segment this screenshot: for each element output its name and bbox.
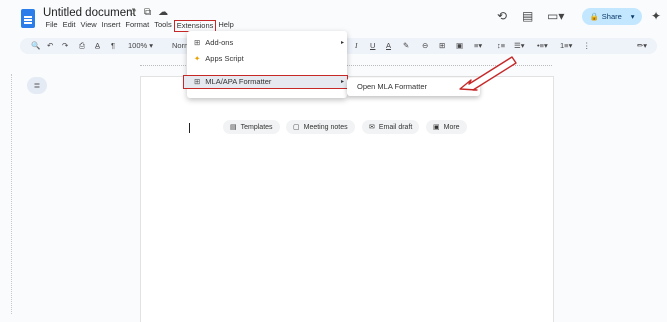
add-comment-icon[interactable]: ⊞ <box>439 40 445 52</box>
chip-label: Email draft <box>378 123 413 131</box>
submenu-item-open-mla-formatter[interactable]: Open MLA Formatter <box>357 82 427 91</box>
menu-tools[interactable]: Tools <box>152 20 175 32</box>
highlight-icon[interactable]: ✎ <box>403 40 409 52</box>
chip-label: Templates <box>240 123 273 131</box>
menu-item-label: MLA/APA Formatter <box>205 77 272 86</box>
formatter-icon: ⊞ <box>194 77 201 86</box>
more-icon: ▣ <box>433 124 440 131</box>
search-menus-icon[interactable]: 🔍 <box>31 40 40 52</box>
menu-format[interactable]: Format <box>123 20 152 32</box>
link-icon[interactable]: ⊖ <box>422 40 428 52</box>
chip-templates[interactable]: ▤ Templates <box>223 120 280 134</box>
menu-item-add-ons[interactable]: ⊞ Add-ons ▸ <box>194 38 344 47</box>
chip-label: Meeting notes <box>303 123 348 131</box>
numbered-list-icon[interactable]: 1≡▾ <box>560 40 572 52</box>
video-call-icon[interactable]: ▭▾ <box>547 9 564 23</box>
zoom-select[interactable]: 100% ▾ <box>128 40 153 52</box>
redo-icon[interactable]: ↷ <box>62 40 68 52</box>
title-icons: ☆ ⧉ ☁ <box>128 7 168 18</box>
submenu-arrow-icon: ▸ <box>340 40 344 46</box>
text-color-button[interactable]: A <box>386 40 391 52</box>
share-dropdown-icon[interactable]: ▾ <box>631 12 635 21</box>
apps-script-icon: ✦ <box>194 54 201 63</box>
underline-button[interactable]: U <box>370 40 375 52</box>
undo-icon[interactable]: ↶ <box>47 40 53 52</box>
template-icon: ▤ <box>230 124 237 131</box>
meeting-notes-icon: ▢ <box>293 124 300 131</box>
annotation-arrow-icon <box>459 56 517 91</box>
menu-item-apps-script[interactable]: ✦ Apps Script <box>194 54 244 63</box>
move-folder-icon[interactable]: ⧉ <box>144 7 151 18</box>
menu-file[interactable]: File <box>43 20 60 32</box>
chip-email-draft[interactable]: ✉ Email draft <box>362 120 420 134</box>
menu-item-mla-apa-formatter[interactable]: ⊞ MLA/APA Formatter ▸ <box>194 77 344 86</box>
share-label: Share <box>601 12 622 21</box>
align-icon[interactable]: ≡▾ <box>474 40 482 52</box>
chip-more[interactable]: ▣ More <box>426 120 467 134</box>
docs-logo-icon[interactable] <box>21 9 35 28</box>
document-page[interactable] <box>140 76 554 322</box>
chip-meeting-notes[interactable]: ▢ Meeting notes <box>286 120 355 134</box>
comment-icon[interactable]: ▤ <box>522 9 533 23</box>
menu-item-label: Apps Script <box>205 54 244 63</box>
document-title[interactable]: Untitled document <box>43 7 136 19</box>
lock-icon: 🔒 <box>589 12 599 21</box>
history-icon[interactable]: ⟲ <box>497 9 507 23</box>
cloud-status-icon[interactable]: ☁ <box>158 7 168 18</box>
menu-item-label: Add-ons <box>205 38 234 47</box>
menu-edit[interactable]: Edit <box>60 20 78 32</box>
chip-label: More <box>443 123 460 131</box>
add-ons-icon: ⊞ <box>194 38 201 47</box>
menu-view[interactable]: View <box>78 20 99 32</box>
checklist-icon[interactable]: ☰▾ <box>514 40 525 52</box>
share-button[interactable]: 🔒 Share ▾ <box>582 8 642 25</box>
vertical-ruler[interactable] <box>8 74 12 314</box>
print-icon[interactable]: ⎙ <box>79 40 85 52</box>
line-spacing-icon[interactable]: ↕≡ <box>497 40 505 52</box>
editing-mode-icon[interactable]: ✏▾ <box>637 40 647 52</box>
sparkle-icon[interactable]: ✦ <box>651 9 661 23</box>
submenu-arrow-icon: ▸ <box>340 79 344 85</box>
menu-insert[interactable]: Insert <box>99 20 123 32</box>
spellcheck-icon[interactable]: A̲ <box>95 40 100 52</box>
bullet-list-icon[interactable]: •≡▾ <box>537 40 548 52</box>
email-draft-icon: ✉ <box>369 124 375 131</box>
document-outline-icon[interactable]: ≣ <box>27 77 47 94</box>
italic-button[interactable]: I <box>355 40 358 52</box>
star-icon[interactable]: ☆ <box>128 7 137 18</box>
more-options-icon[interactable]: ⋮ <box>583 40 591 52</box>
insert-image-icon[interactable]: ▣ <box>456 40 463 52</box>
paint-format-icon[interactable]: ¶ <box>111 40 115 52</box>
text-cursor <box>189 123 191 133</box>
